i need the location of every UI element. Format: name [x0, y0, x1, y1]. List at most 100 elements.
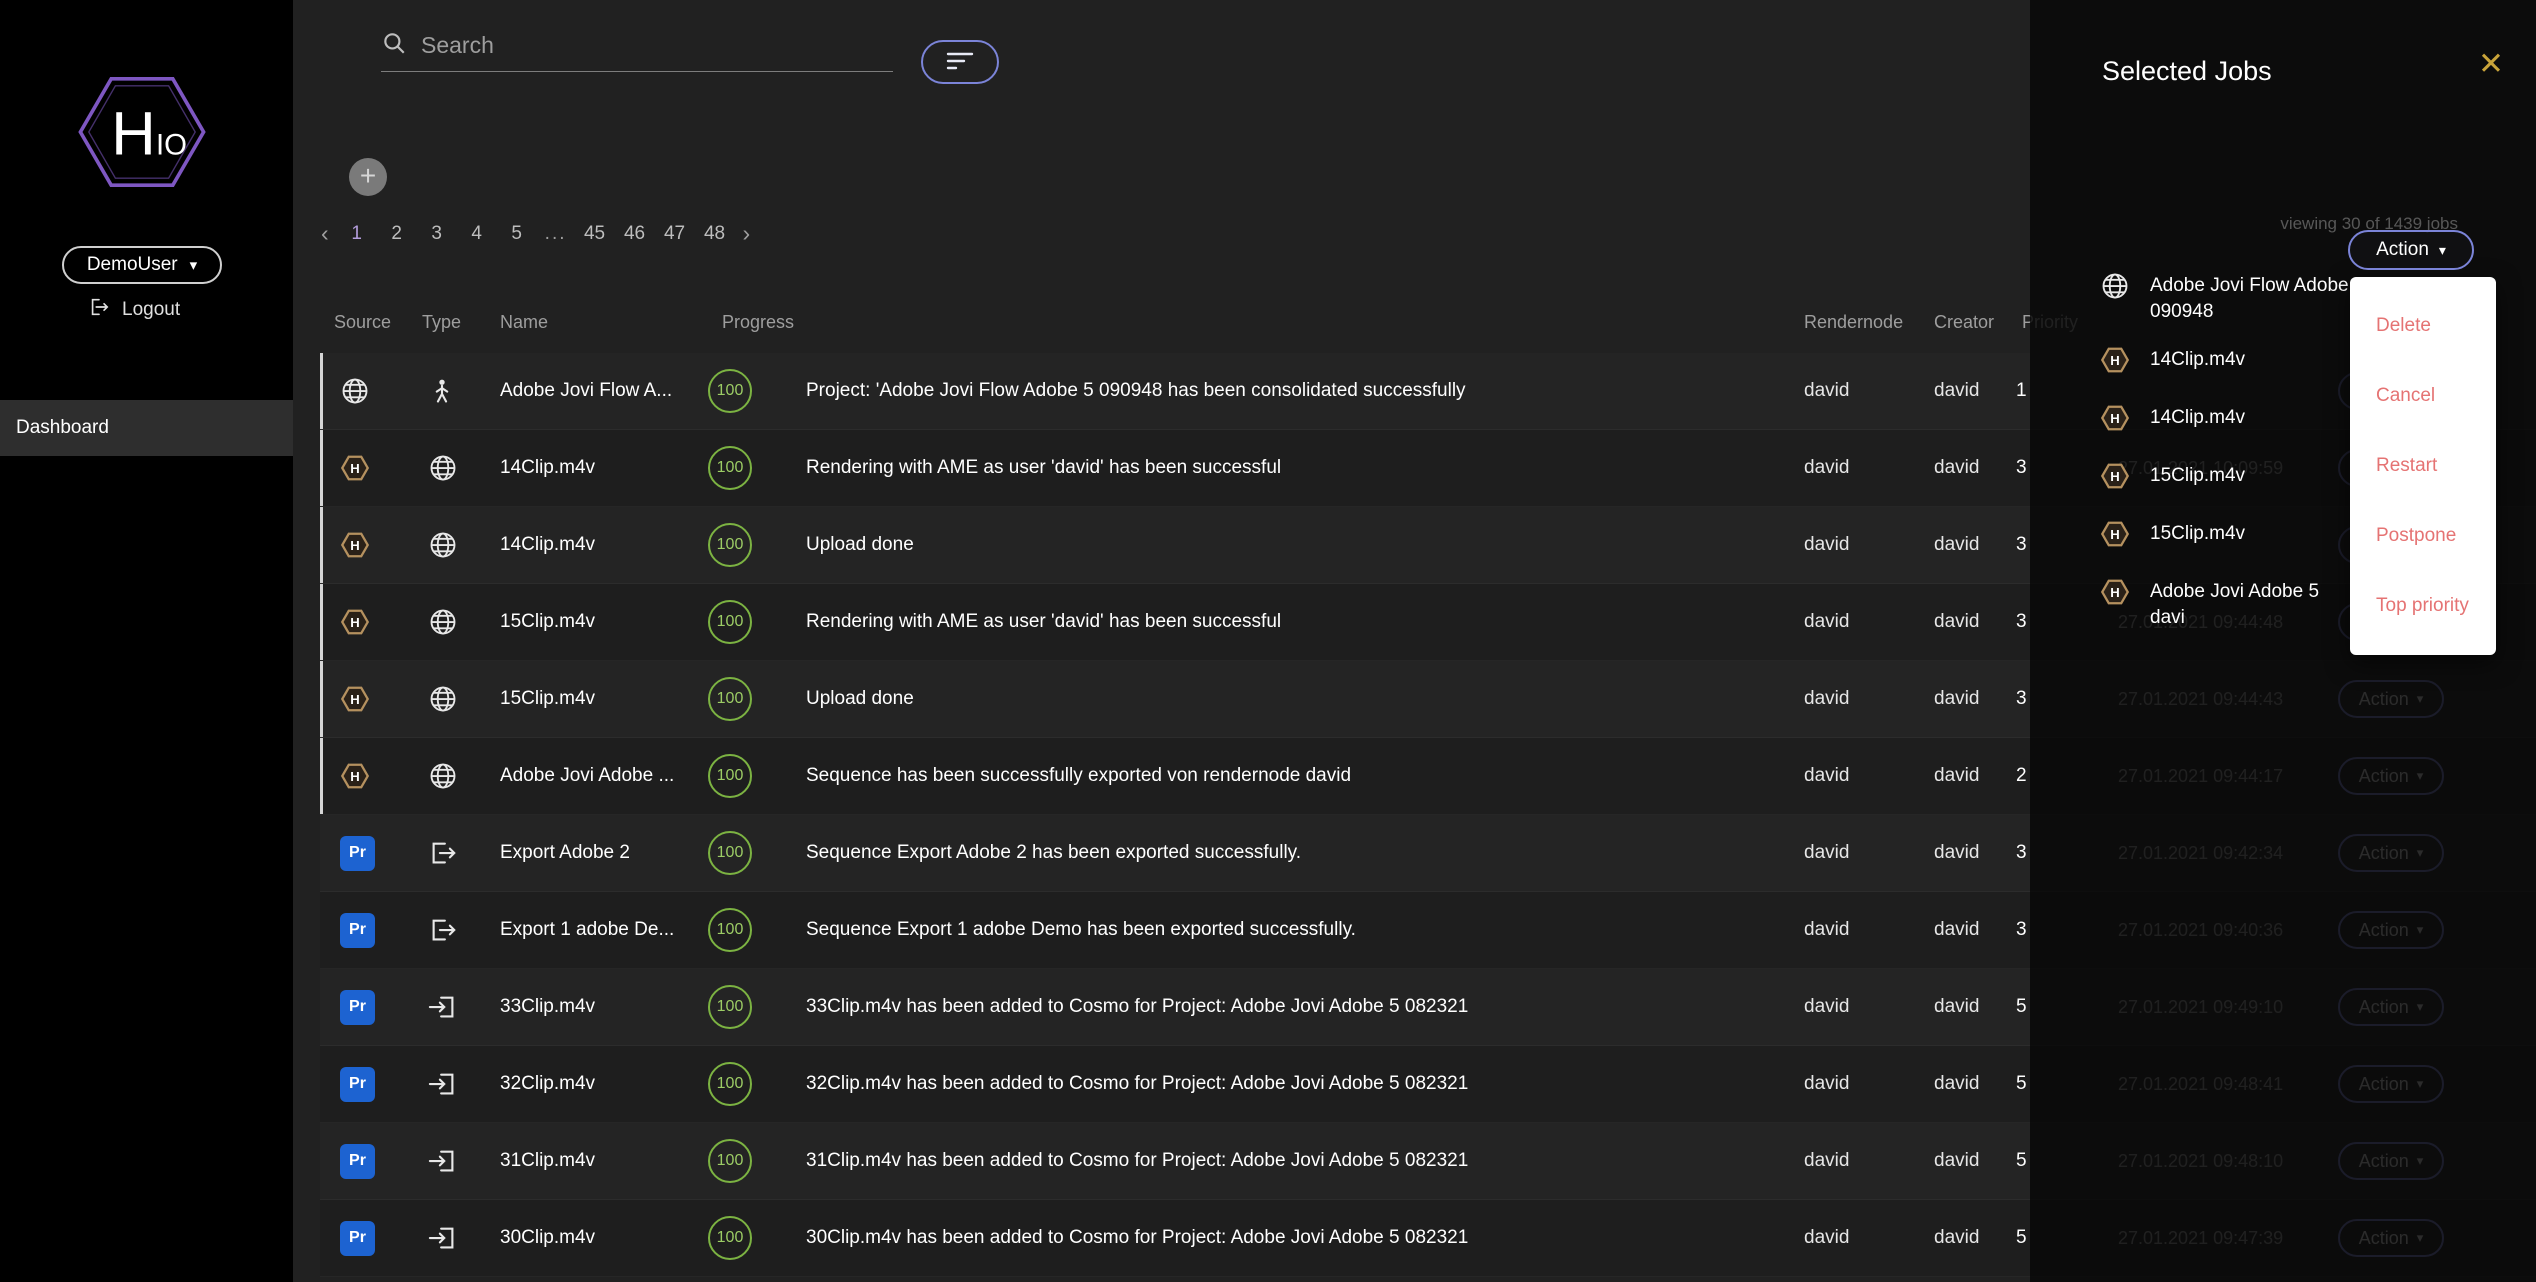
pagination-next[interactable]: ›: [743, 220, 751, 247]
job-rendernode: david: [1790, 534, 1920, 556]
globe-icon: [320, 376, 408, 406]
progress-badge: 100: [708, 831, 752, 875]
search-icon: [381, 30, 407, 61]
hexagon-h-icon: H: [320, 607, 408, 637]
column-header-type: Type: [408, 312, 486, 333]
svg-text:H: H: [350, 769, 359, 784]
globe-icon: [408, 607, 486, 637]
job-message: Sequence Export Adobe 2 has been exporte…: [800, 842, 1790, 864]
close-icon[interactable]: ✕: [2478, 46, 2504, 82]
job-rendernode: david: [1790, 457, 1920, 479]
bulk-action-button[interactable]: Action ▾: [2348, 230, 2474, 270]
selected-job-name: Adobe Jovi Adobe 5davi: [2150, 579, 2319, 631]
menu-item-delete[interactable]: Delete: [2350, 291, 2496, 361]
progress-badge: 100: [708, 908, 752, 952]
globe-icon: [408, 530, 486, 560]
chevron-down-icon: ▾: [190, 258, 198, 273]
page-button-3[interactable]: 3: [425, 223, 449, 245]
job-creator: david: [1920, 842, 2008, 864]
job-message: Rendering with AME as user 'david' has b…: [800, 457, 1790, 479]
job-creator: david: [1920, 534, 2008, 556]
job-name: Export 1 adobe De...: [486, 919, 708, 941]
job-rendernode: david: [1790, 765, 1920, 787]
hexagon-h-icon: H: [2100, 577, 2132, 615]
search-bar: [381, 30, 893, 72]
add-job-button[interactable]: +: [349, 158, 387, 196]
page-button-5[interactable]: 5: [505, 223, 529, 245]
job-creator: david: [1920, 1150, 2008, 1172]
filter-icon: [946, 51, 974, 74]
progress-badge: 100: [708, 523, 752, 567]
svg-text:H: H: [350, 692, 359, 707]
job-creator: david: [1920, 457, 2008, 479]
job-rendernode: david: [1790, 688, 1920, 710]
page-button-48[interactable]: 48: [703, 223, 727, 245]
hexagon-h-icon: H: [2100, 461, 2132, 499]
page-button-46[interactable]: 46: [623, 223, 647, 245]
globe-icon: [2100, 271, 2132, 309]
person-icon: [408, 377, 486, 405]
page-button-45[interactable]: 45: [583, 223, 607, 245]
pagination-prev[interactable]: ‹: [321, 220, 329, 247]
hexagon-h-icon: H: [320, 761, 408, 791]
job-name: 15Clip.m4v: [486, 688, 708, 710]
hexagon-h-icon: H: [320, 453, 408, 483]
hexagon-h-icon: H: [320, 530, 408, 560]
logout-button[interactable]: Logout: [88, 296, 180, 324]
sidebar: H IO DemoUser ▾ Logout Dashboard: [0, 0, 293, 1282]
hexagon-h-icon: H: [2100, 345, 2132, 383]
job-creator: david: [1920, 1073, 2008, 1095]
job-rendernode: david: [1790, 996, 1920, 1018]
sidebar-item-dashboard[interactable]: Dashboard: [0, 400, 293, 456]
premiere-icon: Pr: [320, 836, 408, 871]
filter-button[interactable]: [921, 40, 999, 84]
action-dropdown-menu: DeleteCancelRestartPostponeTop priority: [2350, 277, 2496, 655]
job-name: 30Clip.m4v: [486, 1227, 708, 1249]
job-message: Upload done: [800, 688, 1790, 710]
job-name: 14Clip.m4v: [486, 534, 708, 556]
premiere-icon: Pr: [320, 990, 408, 1025]
import-icon: [408, 1069, 486, 1099]
selected-job-name: 14Clip.m4v: [2150, 405, 2245, 431]
menu-item-top-priority[interactable]: Top priority: [2350, 571, 2496, 641]
job-creator: david: [1920, 1227, 2008, 1249]
import-icon: [408, 992, 486, 1022]
premiere-icon: Pr: [320, 1067, 408, 1102]
job-name: 14Clip.m4v: [486, 457, 708, 479]
svg-text:H: H: [2110, 353, 2119, 368]
job-message: Sequence has been successfully exported …: [800, 765, 1790, 787]
job-message: 30Clip.m4v has been added to Cosmo for P…: [800, 1227, 1790, 1249]
logout-label: Logout: [122, 299, 180, 321]
menu-item-cancel[interactable]: Cancel: [2350, 361, 2496, 431]
progress-badge: 100: [708, 1216, 752, 1260]
job-creator: david: [1920, 688, 2008, 710]
selected-job-name: Adobe Jovi Flow Adobe 5090948: [2150, 273, 2364, 325]
page-button-1[interactable]: 1: [345, 223, 369, 245]
job-name: Export Adobe 2: [486, 842, 708, 864]
job-name: 33Clip.m4v: [486, 996, 708, 1018]
job-message: 33Clip.m4v has been added to Cosmo for P…: [800, 996, 1790, 1018]
globe-icon: [408, 761, 486, 791]
selected-jobs-panel: Selected Jobs ✕ viewing 30 of 1439 jobs …: [2030, 0, 2536, 1282]
user-menu-button[interactable]: DemoUser ▾: [62, 246, 222, 284]
user-name: DemoUser: [87, 254, 178, 276]
job-rendernode: david: [1790, 380, 1920, 402]
pagination-ellipsis: ...: [545, 223, 567, 245]
page-button-4[interactable]: 4: [465, 223, 489, 245]
job-message: 31Clip.m4v has been added to Cosmo for P…: [800, 1150, 1790, 1172]
job-rendernode: david: [1790, 919, 1920, 941]
job-name: Adobe Jovi Adobe ...: [486, 765, 708, 787]
svg-text:H: H: [350, 538, 359, 553]
progress-badge: 100: [708, 369, 752, 413]
progress-badge: 100: [708, 1139, 752, 1183]
menu-item-postpone[interactable]: Postpone: [2350, 501, 2496, 571]
job-creator: david: [1920, 765, 2008, 787]
bulk-action-label: Action: [2376, 239, 2429, 261]
page-button-47[interactable]: 47: [663, 223, 687, 245]
import-icon: [408, 1223, 486, 1253]
search-input[interactable]: [421, 32, 893, 59]
menu-item-restart[interactable]: Restart: [2350, 431, 2496, 501]
pagination: ‹12345...45464748›: [321, 220, 750, 247]
svg-text:H: H: [2110, 585, 2119, 600]
page-button-2[interactable]: 2: [385, 223, 409, 245]
